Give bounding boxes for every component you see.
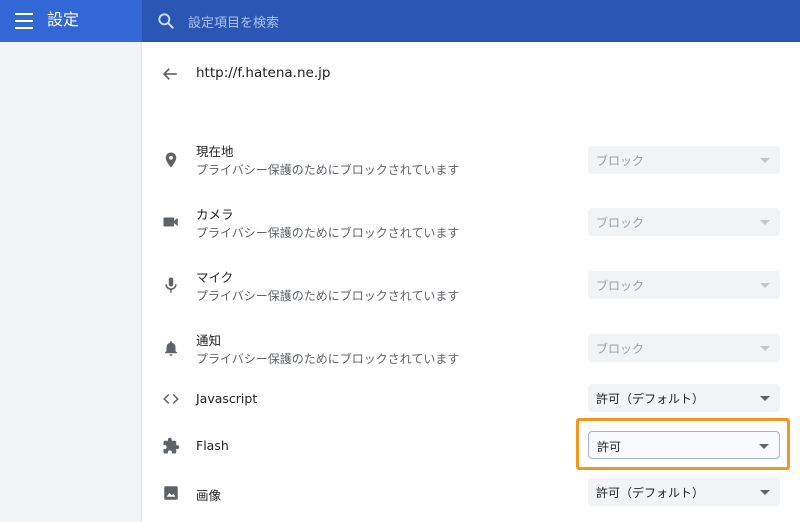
permission-row-microphone: マイク プライバシー保護のためにブロックされています ブロック bbox=[142, 264, 800, 308]
select-value: ブロック bbox=[596, 216, 645, 230]
permission-row-camera: カメラ プライバシー保護のためにブロックされています ブロック bbox=[142, 201, 800, 245]
microphone-icon bbox=[165, 277, 177, 293]
code-icon bbox=[163, 393, 179, 405]
select-value: 許可 bbox=[597, 440, 622, 454]
select-value: ブロック bbox=[596, 154, 645, 168]
app-title: 設定 bbox=[47, 10, 80, 29]
permission-title: カメラ bbox=[196, 207, 234, 222]
image-icon bbox=[164, 486, 178, 500]
sidebar bbox=[0, 42, 142, 522]
permission-select-microphone: ブロック bbox=[588, 271, 780, 299]
permission-select-images[interactable]: 許可（デフォルト） bbox=[588, 478, 780, 506]
puzzle-icon bbox=[163, 437, 180, 454]
permission-row-location: 現在地 プライバシー保護のためにブロックされています ブロック bbox=[142, 138, 800, 182]
select-value: 許可（デフォルト） bbox=[596, 392, 705, 406]
search-placeholder: 設定項目を検索 bbox=[188, 16, 280, 31]
search-input[interactable]: 設定項目を検索 bbox=[142, 0, 800, 42]
permission-select-flash[interactable]: 許可 bbox=[588, 431, 780, 459]
chevron-down-icon bbox=[760, 283, 770, 288]
camera-icon bbox=[163, 217, 178, 227]
chevron-down-icon bbox=[760, 220, 770, 225]
permission-subtitle: プライバシー保護のためにブロックされています bbox=[196, 352, 460, 366]
chevron-down-icon bbox=[760, 396, 770, 401]
permission-subtitle: プライバシー保護のためにブロックされています bbox=[196, 289, 460, 303]
permission-row-images: 画像 許可（デフォルト） bbox=[142, 478, 800, 510]
permission-title: Flash bbox=[196, 438, 229, 453]
chevron-down-icon bbox=[760, 490, 770, 495]
bell-icon bbox=[165, 341, 177, 356]
permission-subtitle: プライバシー保護のためにブロックされています bbox=[196, 226, 460, 240]
permission-title: 現在地 bbox=[196, 144, 234, 159]
permission-title: Javascript bbox=[196, 391, 258, 406]
top-bar: 設定 設定項目を検索 bbox=[0, 0, 800, 42]
permission-title: 通知 bbox=[196, 333, 222, 348]
select-value: ブロック bbox=[596, 279, 645, 293]
back-arrow-icon[interactable] bbox=[161, 65, 179, 83]
permission-select-notifications: ブロック bbox=[588, 334, 780, 362]
select-value: ブロック bbox=[596, 342, 645, 356]
permission-row-javascript: Javascript 許可（デフォルト） bbox=[142, 383, 800, 415]
select-value: 許可（デフォルト） bbox=[596, 486, 705, 500]
site-settings-panel: http://f.hatena.ne.jp 現在地 プライバシー保護のためにブロ… bbox=[142, 42, 800, 522]
permission-row-notifications: 通知 プライバシー保護のためにブロックされています ブロック bbox=[142, 327, 800, 371]
permission-row-flash: Flash 許可 bbox=[142, 430, 800, 462]
search-icon bbox=[158, 13, 174, 29]
permission-select-camera: ブロック bbox=[588, 208, 780, 236]
location-icon bbox=[165, 152, 177, 168]
site-url: http://f.hatena.ne.jp bbox=[196, 65, 331, 81]
permission-title: 画像 bbox=[196, 488, 222, 503]
permission-title: マイク bbox=[196, 270, 234, 285]
permission-select-javascript[interactable]: 許可（デフォルト） bbox=[588, 384, 780, 412]
permission-subtitle: プライバシー保護のためにブロックされています bbox=[196, 163, 460, 177]
permission-select-location: ブロック bbox=[588, 146, 780, 174]
hamburger-menu-icon[interactable] bbox=[15, 13, 33, 29]
chevron-down-icon bbox=[759, 444, 769, 449]
chevron-down-icon bbox=[760, 346, 770, 351]
chevron-down-icon bbox=[760, 158, 770, 163]
